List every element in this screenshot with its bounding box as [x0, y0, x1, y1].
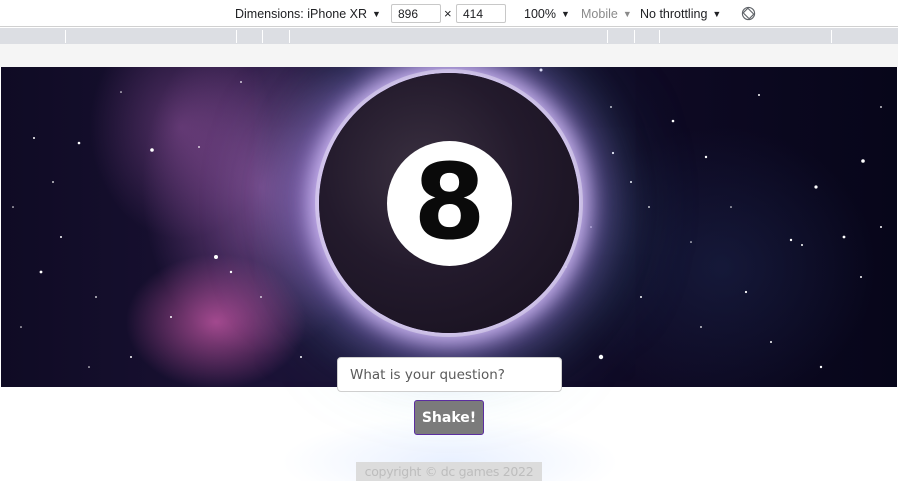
ruler-tick: [634, 30, 635, 43]
chevron-down-icon: ▼: [622, 8, 632, 19]
ball-face: 8: [387, 141, 512, 266]
ruler-tick: [262, 30, 263, 43]
ruler-tick: [65, 30, 66, 43]
throttling-label: No throttling: [640, 6, 708, 21]
media-query-bar[interactable]: [0, 28, 898, 44]
ruler-tick: [831, 30, 832, 43]
device-type-label: Mobile: [581, 6, 618, 21]
emulated-viewport: 8 Shake! copyright © dc games 2022: [1, 67, 897, 481]
question-input[interactable]: [337, 357, 562, 392]
device-type-dropdown[interactable]: Mobile ▼: [581, 0, 632, 27]
throttling-dropdown[interactable]: No throttling ▼: [640, 0, 721, 27]
toolbar-gap: [0, 44, 898, 67]
zoom-dropdown[interactable]: 100% ▼: [524, 0, 570, 27]
device-toolbar: Dimensions: iPhone XR ▼ 896 × 414 100% ▼…: [0, 0, 898, 27]
chevron-down-icon: ▼: [560, 8, 570, 19]
ball-number: 8: [413, 140, 486, 263]
zoom-label: 100%: [524, 6, 556, 21]
ruler-tick: [607, 30, 608, 43]
ruler-tick: [659, 30, 660, 43]
dimensions-label: Dimensions: iPhone XR: [235, 6, 368, 21]
chevron-down-icon: ▼: [712, 8, 722, 19]
device-dimensions-dropdown[interactable]: Dimensions: iPhone XR ▼: [235, 0, 381, 27]
copyright-text: copyright © dc games 2022: [356, 462, 542, 481]
ruler-tick: [236, 30, 237, 43]
rotate-icon[interactable]: [741, 6, 756, 21]
height-input[interactable]: 414: [456, 4, 506, 23]
ruler-tick: [289, 30, 290, 43]
width-input[interactable]: 896: [391, 4, 441, 23]
magic-8-ball[interactable]: 8: [319, 73, 579, 333]
times-sign: ×: [444, 6, 452, 21]
chevron-down-icon: ▼: [372, 8, 381, 19]
shake-button[interactable]: Shake!: [414, 400, 484, 435]
